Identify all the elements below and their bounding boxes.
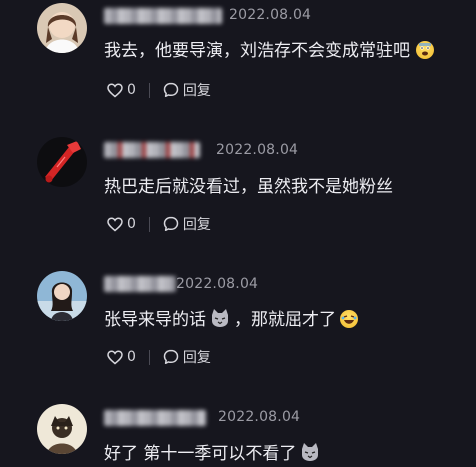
comment-text-body: 好了 第十一季可以不看了 [104, 444, 297, 464]
reply-label: 回复 [182, 217, 211, 233]
like-button[interactable]: 0 [107, 216, 136, 232]
comment-text: 热巴走后就没看过，虽然我不是她粉丝 [104, 172, 393, 197]
heart-outline-icon [107, 216, 123, 231]
scared-face-emoji-icon [416, 40, 434, 59]
comment-text-body: 热巴走后就没看过，虽然我不是她粉丝 [104, 177, 393, 197]
avatar[interactable] [37, 404, 87, 454]
comment-text-part: 张导来导的话 [104, 310, 206, 330]
comment-date: 2022.08.04 [216, 142, 299, 158]
heart-outline-icon [107, 349, 123, 364]
rolling-laughing-face-emoji-icon [340, 309, 358, 328]
username-blurred[interactable] [104, 276, 176, 292]
like-count: 0 [127, 82, 136, 98]
action-divider [148, 216, 150, 232]
like-count: 0 [127, 349, 136, 365]
reply-button[interactable]: 回复 [163, 214, 211, 234]
comment-date: 2022.08.04 [218, 409, 301, 425]
reply-label: 回复 [182, 350, 211, 366]
action-divider [148, 349, 150, 365]
like-button[interactable]: 0 [107, 82, 136, 98]
comment-text: 好了 第十一季可以不看了 [104, 439, 324, 464]
avatar-image [37, 404, 87, 454]
comment-text-part: ，那就屈才了 [234, 310, 336, 330]
avatar[interactable] [37, 271, 87, 321]
avatar-image [37, 137, 87, 187]
comment-text-body: 我去，他要导演，刘浩存不会变成常驻吧 [104, 41, 410, 61]
avatar-image [37, 3, 87, 53]
comment-text: 张导来导的话 ，那就屈才了 [104, 305, 362, 330]
speech-bubble-icon [163, 216, 179, 232]
cat-face-emoji-icon [300, 442, 320, 461]
comment-date: 2022.08.04 [229, 7, 312, 23]
heart-outline-icon [107, 82, 123, 97]
avatar[interactable] [37, 137, 87, 187]
reply-button[interactable]: 回复 [163, 347, 211, 367]
comment-actions: 0 回复 [107, 80, 211, 100]
like-count: 0 [127, 216, 136, 232]
username-blurred[interactable] [104, 142, 200, 158]
reply-label: 回复 [182, 83, 211, 99]
comment-actions: 0 回复 [107, 347, 211, 367]
username-blurred[interactable] [104, 410, 206, 426]
reply-button[interactable]: 回复 [163, 80, 211, 100]
avatar-image [37, 271, 87, 321]
username-blurred[interactable] [104, 8, 222, 24]
like-button[interactable]: 0 [107, 349, 136, 365]
avatar[interactable] [37, 3, 87, 53]
comment-date: 2022.08.04 [176, 276, 259, 292]
action-divider [148, 82, 150, 98]
comment-actions: 0 回复 [107, 214, 211, 234]
speech-bubble-icon [163, 349, 179, 365]
cat-face-emoji-icon [210, 308, 230, 327]
speech-bubble-icon [163, 82, 179, 98]
comment-text: 我去，他要导演，刘浩存不会变成常驻吧 [104, 36, 438, 61]
